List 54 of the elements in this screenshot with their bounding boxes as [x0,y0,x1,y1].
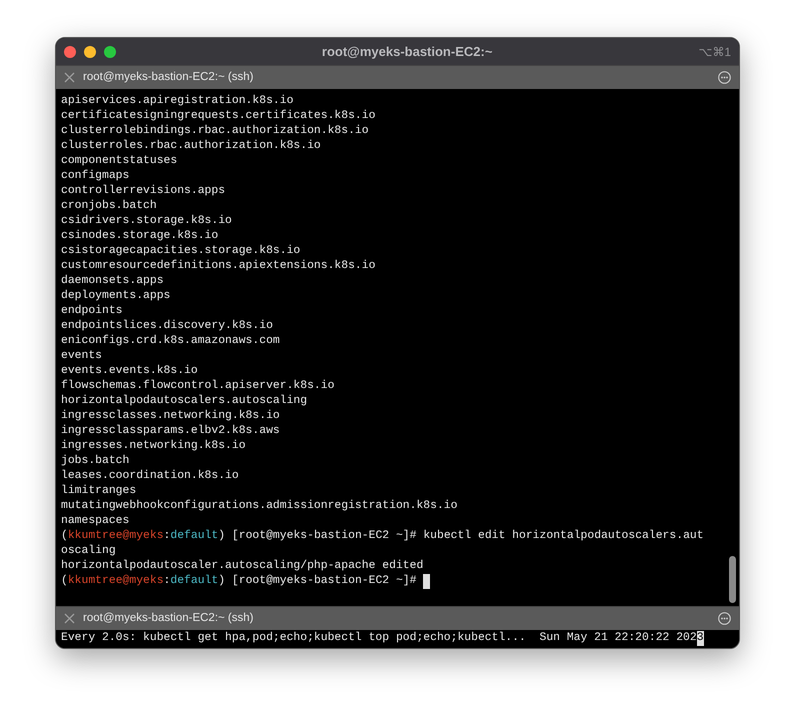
terminal-line: eniconfigs.crd.k8s.amazonaws.com [61,334,280,349]
terminal-line: jobs.batch [61,454,130,469]
terminal-line: daemonsets.apps [61,274,164,289]
terminal-line: configmaps [61,169,130,184]
shortcut-label: ⌥⌘1 [698,44,731,60]
terminal-line: endpoints [61,304,123,319]
zoom-icon[interactable] [104,46,116,58]
cursor: 3 [696,631,704,646]
terminal-line: events.events.k8s.io [61,364,198,379]
close-icon[interactable] [64,613,75,624]
terminal-text: Every 2.0s: kubectl get hpa,pod;echo;kubectl top pod;echo;kubectl... Sun May 21 22:20:22 202 [61,631,697,646]
window-title: root@myeks-bastion-EC2:~ [322,42,492,61]
terminal-line: horizontalpodautoscalers.autoscaling [61,394,308,409]
terminal-line: oscaling [61,544,116,559]
prompt-user: kkumtree@myeks [68,529,164,544]
more-icon[interactable] [718,71,731,84]
terminal-line: controllerrevisions.apps [61,184,226,199]
close-icon[interactable] [64,72,75,83]
close-icon[interactable] [64,46,76,58]
terminal-line: ingressclassparams.elbv2.k8s.aws [61,424,280,439]
terminal-line: customresourcedefinitions.apiextensions.k8s.io [61,259,376,274]
terminal-line: csinodes.storage.k8s.io [61,229,218,244]
terminal-line: apiservices.apiregistration.k8s.io [61,94,294,109]
terminal-line: certificatesigningrequests.certificates.k8s.io [61,109,376,124]
terminal-text: ) [root@myeks-bastion-EC2 ~]# [218,574,418,589]
terminal-text: ( [61,529,68,544]
terminal-line: namespaces [61,514,130,529]
terminal-line: csistoragecapacities.storage.k8s.io [61,244,300,259]
terminal-line: leases.coordination.k8s.io [61,469,239,484]
prompt-user: kkumtree@myeks [68,574,164,589]
prompt-context: default [170,529,218,544]
terminal-line: cronjobs.batch [61,199,157,214]
terminal-line: horizontalpodautoscaler.autoscaling/php-apache edited [61,559,424,574]
cursor [423,574,430,589]
scrollbar[interactable] [729,556,736,603]
terminal-text: ( [61,574,68,589]
prompt-context: default [170,574,218,589]
terminal-line: mutatingwebhookconfigurations.admissionregistration.k8s.io [61,499,458,514]
terminal-line: limitranges [61,484,136,499]
terminal-text: : [164,574,170,589]
terminal-line: flowschemas.flowcontrol.apiserver.k8s.io [61,379,334,394]
terminal-text: : [164,529,170,544]
terminal-line: events [61,349,102,364]
terminal-line: clusterrolebindings.rbac.authorization.k8s.io [61,124,369,139]
terminal-line: componentstatuses [61,154,178,169]
minimize-icon[interactable] [84,46,96,58]
terminal-line: endpointslices.discovery.k8s.io [61,319,273,334]
terminal-line: clusterroles.rbac.authorization.k8s.io [61,139,321,154]
terminal-line: csidrivers.storage.k8s.io [61,214,232,229]
terminal-line: ingresses.networking.k8s.io [61,439,246,454]
more-icon[interactable] [718,612,731,625]
terminal-text: ) [root@myeks-bastion-EC2 ~]# kubectl edit horizontalpodautoscalers.aut [218,529,704,544]
terminal-line: ingressclasses.networking.k8s.io [61,409,280,424]
terminal-line: deployments.apps [61,289,170,304]
